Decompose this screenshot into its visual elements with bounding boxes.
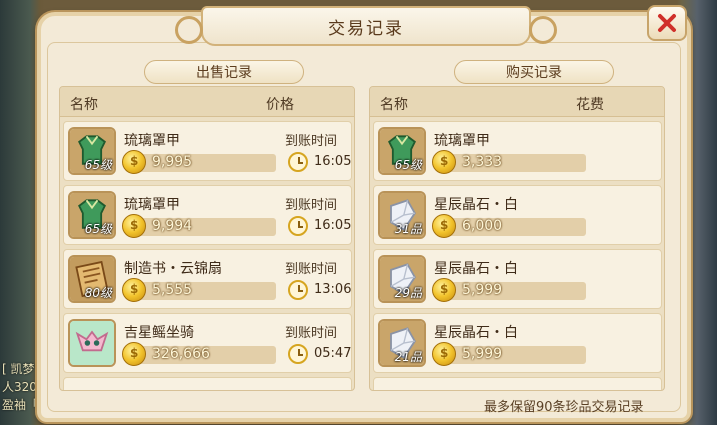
close-icon [658,14,676,32]
gold-coin-icon [432,342,456,366]
buy-col-name: 名称 [380,97,408,113]
list-item-partial[interactable] [63,377,352,390]
gold-coin-icon [122,342,146,366]
gold-coin-icon [122,278,146,302]
clock-icon [288,152,308,172]
buy-list-header: 名称 花费 [370,87,664,117]
buy-record-list[interactable]: 名称 花费 65级琉璃罩甲3,33331品星辰晶石・白6,00029品星辰晶石・… [369,86,665,391]
list-item[interactable]: 29品星辰晶石・白 5,999 [373,249,662,309]
background-chat-line-3: 盈袖「 [2,398,39,412]
item-grade: 21品 [394,350,422,364]
clock-icon [288,216,308,236]
gold-coin-icon [432,150,456,174]
item-price: 5,555 [152,282,193,298]
close-button[interactable] [647,5,687,41]
list-item[interactable]: 80级制造书・云锦扇 5,555 到账时间 13:06 [63,249,352,309]
green-armor-icon: 65级 [68,127,116,175]
arrival-time-label: 到账时间 [284,198,337,213]
arrival-time: 16:05 [314,218,352,233]
arrival-time: 13:06 [314,282,352,297]
arrival-time-label: 到账时间 [284,262,337,277]
gold-coin-icon [432,278,456,302]
white-crystal-icon: 31品 [378,191,426,239]
item-grade: 80级 [84,286,112,300]
sell-list-header: 名称 价格 [60,87,354,117]
scroll-book-icon: 80级 [68,255,116,303]
item-name: 琉璃罩甲 [124,133,180,149]
list-item[interactable]: 65级琉璃罩甲 9,995 到账时间 16:05 [63,121,352,181]
arrival-time: 16:05 [314,154,352,169]
item-name: 制造书・云锦扇 [124,261,222,277]
item-grade: 65级 [394,158,422,172]
ray-mount-icon [68,319,116,367]
page-title: 交易记录 [328,18,404,39]
trade-record-panel: 交易记录 出售记录 名称 价格 65级琉璃罩甲9,995到账时间16:0565级… [37,6,691,422]
item-grade: 29品 [394,286,422,300]
buy-col-cost: 花费 [576,97,604,113]
arrival-time-label: 到账时间 [284,134,337,149]
gold-coin-icon [122,214,146,238]
title-plaque: 交易记录 [175,6,557,46]
green-armor-icon: 65级 [68,191,116,239]
gold-coin-icon [122,150,146,174]
item-price: 5,999 [462,346,503,362]
clock-icon [288,344,308,364]
item-grade: 31品 [394,222,422,236]
item-price: 326,666 [152,346,210,362]
item-price: 5,999 [462,282,503,298]
item-grade: 65级 [84,222,112,236]
tab-buy-label: 购买记录 [506,65,562,81]
list-item[interactable]: 65级琉璃罩甲 9,994 到账时间 16:05 [63,185,352,245]
sell-col-name: 名称 [70,97,98,113]
item-name: 星辰晶石・白 [434,325,518,341]
clock-icon [288,280,308,300]
list-item[interactable]: 65级琉璃罩甲 3,333 [373,121,662,181]
white-crystal-icon: 29品 [378,255,426,303]
green-armor-icon: 65级 [378,127,426,175]
sell-col-price: 价格 [266,97,294,113]
list-item[interactable]: 31品星辰晶石・白 6,000 [373,185,662,245]
item-price: 3,333 [462,154,503,170]
item-price: 9,995 [152,154,193,170]
list-item-partial[interactable] [373,377,662,390]
sell-record-list[interactable]: 名称 价格 65级琉璃罩甲9,995到账时间16:0565级琉璃罩甲9,994到… [59,86,355,391]
arrival-time: 05:47 [314,346,352,361]
background-chat-line-1: [ 凯梦 [2,362,35,376]
item-name: 吉星鳐坐骑 [124,325,194,341]
item-price: 6,000 [462,218,503,234]
tab-sell-label: 出售记录 [196,65,252,81]
white-crystal-icon: 21品 [378,319,426,367]
arrival-time-label: 到账时间 [284,326,337,341]
footer-note: 最多保留90条珍品交易记录 [484,400,644,415]
list-item[interactable]: 吉星鳐坐骑 326,666 到账时间 05:47 [63,313,352,373]
list-item[interactable]: 21品星辰晶石・白 5,999 [373,313,662,373]
item-price: 9,994 [152,218,193,234]
tab-sell-records: 出售记录 [144,60,304,84]
gold-coin-icon [432,214,456,238]
tab-buy-records: 购买记录 [454,60,614,84]
item-name: 琉璃罩甲 [434,133,490,149]
item-name: 琉璃罩甲 [124,197,180,213]
item-name: 星辰晶石・白 [434,197,518,213]
item-name: 星辰晶石・白 [434,261,518,277]
item-grade: 65级 [84,158,112,172]
